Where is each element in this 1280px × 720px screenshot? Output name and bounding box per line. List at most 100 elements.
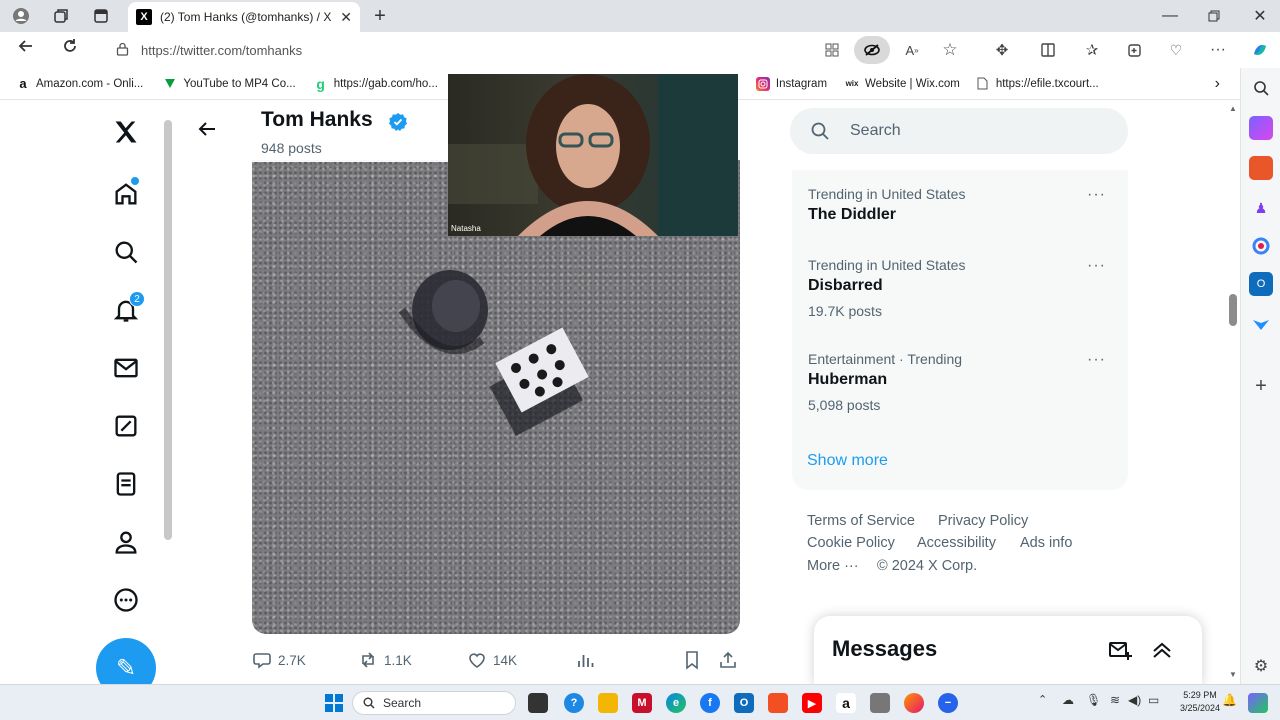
bookmark-efile[interactable]: https://efile.txcourt... [976,77,1099,91]
trend-more-icon[interactable]: ··· [1087,351,1106,369]
back-arrow-icon[interactable] [12,32,40,60]
tab-close-icon[interactable]: ✕ [340,9,352,26]
more-options-icon[interactable] [106,580,146,620]
browser-essentials-icon[interactable]: ♡ [1162,36,1190,64]
tracking-prevention-icon[interactable] [854,36,890,64]
tray-chevron-up-icon[interactable]: ⌃ [1038,693,1047,706]
favorite-star-icon[interactable]: ☆ [936,36,964,64]
views-button[interactable] [576,648,602,672]
read-aloud-icon[interactable]: A» [898,36,926,64]
share-button[interactable] [718,648,744,672]
show-more-link[interactable]: Show more [807,452,888,470]
sidebar-discover-icon[interactable] [1249,116,1273,140]
page-scrollbar-thumb[interactable] [1229,294,1237,326]
footer-more-link[interactable]: More ··· [807,558,859,574]
scroll-down-icon[interactable]: ▼ [1229,670,1237,679]
firefox-icon[interactable] [904,693,924,713]
footer-cookie-link[interactable]: Cookie Policy [807,535,895,551]
like-button[interactable]: 14K [467,648,517,672]
clock[interactable]: 5:29 PM 3/25/2024 [1172,689,1228,715]
bookmark-gab[interactable]: g https://gab.com/ho... [314,76,437,92]
bookmarks-overflow-chevron-icon[interactable]: › [1215,75,1220,93]
bookmark-amazon[interactable]: a Amazon.com - Onli... [16,76,143,91]
sidebar-search-icon[interactable] [1249,76,1273,100]
notification-bell-icon[interactable]: 🔔 [1222,693,1237,707]
outlook-icon[interactable]: O [734,693,754,713]
lists-icon[interactable] [106,464,146,504]
explore-search-icon[interactable] [106,232,146,272]
camera-icon[interactable] [870,693,890,713]
help-icon[interactable]: ? [564,693,584,713]
bookmark-button[interactable] [682,648,708,672]
collections-icon[interactable] [1120,36,1148,64]
edge-icon[interactable]: e [666,693,686,713]
tab-tom-hanks[interactable]: X (2) Tom Hanks (@tomhanks) / X ✕ [128,2,360,32]
split-screen-icon[interactable] [1034,36,1062,64]
trend-more-icon[interactable]: ··· [1087,186,1106,204]
back-arrow-icon[interactable] [196,118,220,142]
microphone-icon[interactable]: 🎙 [1086,693,1101,707]
extensions-icon[interactable]: ✥ [988,36,1016,64]
onedrive-cloud-icon[interactable]: ☁ [1062,693,1074,707]
trend-more-icon[interactable]: ··· [1087,257,1106,275]
messages-drawer[interactable]: Messages [814,616,1202,686]
battery-icon[interactable]: ▭ [1148,693,1159,707]
reply-button[interactable]: 2.7K [252,648,306,672]
profile-icon[interactable] [8,0,34,32]
volume-icon[interactable]: ◀) [1128,693,1141,707]
task-view-icon[interactable] [528,693,548,713]
bookmark-youtube-mp4[interactable]: YouTube to MP4 Co... [163,77,296,91]
sidebar-settings-gear-icon[interactable]: ⚙ [1249,654,1273,678]
window-close-icon[interactable]: ✕ [1248,0,1272,32]
zoom-icon[interactable]: − [938,693,958,713]
left-scrollbar-thumb[interactable] [164,120,172,540]
amazon-taskbar-icon[interactable]: a [836,693,856,713]
sidebar-tools-icon[interactable] [1249,156,1273,180]
bookmark-instagram[interactable]: Instagram [755,76,827,91]
search-box[interactable]: Search [790,108,1128,154]
scroll-up-icon[interactable]: ▲ [1229,104,1237,113]
new-message-icon[interactable] [1108,638,1132,667]
windows-start-icon[interactable] [324,693,344,713]
sidebar-office-icon[interactable] [1249,234,1273,258]
sidebar-outlook-icon[interactable]: O [1249,272,1273,296]
mcafee-icon[interactable]: M [632,693,652,713]
trend-item[interactable]: Trending in United States Disbarred 19.7… [808,257,1128,319]
youtube-icon[interactable]: ▶ [802,693,822,713]
wifi-icon[interactable]: ≋ [1110,693,1120,707]
grok-icon[interactable] [106,406,146,446]
bookmark-icon [686,651,698,670]
minimize-icon[interactable]: — [1158,0,1182,32]
bookmark-wix[interactable]: wix Website | Wix.com [845,77,960,91]
profile-person-icon[interactable] [106,522,146,562]
x-logo-icon[interactable] [106,112,146,152]
more-menu-icon[interactable]: ··· [1204,36,1232,64]
trend-item[interactable]: Entertainment · Trending Huberman 5,098 … [808,351,1128,413]
expand-chevron-up-icon[interactable] [1150,638,1174,667]
trend-item[interactable]: Trending in United States The Diddler ··… [808,186,1128,224]
file-explorer-icon[interactable] [598,693,618,713]
footer-ads-link[interactable]: Ads info [1020,535,1072,551]
sidebar-drop-icon[interactable] [1249,312,1273,336]
home-icon[interactable] [106,174,146,214]
workspaces-icon[interactable] [48,0,74,32]
store-icon[interactable] [768,693,788,713]
repost-button[interactable]: 1.1K [358,648,412,672]
new-tab-button[interactable]: + [368,0,392,32]
sidebar-add-icon[interactable]: + [1249,374,1273,398]
maximize-icon[interactable] [1202,0,1226,32]
facebook-icon[interactable]: f [700,693,720,713]
taskbar-search-box[interactable]: Search [352,691,516,715]
page-scrollbar[interactable]: ▲ ▼ [1228,104,1238,684]
copilot-taskbar-icon[interactable] [1248,693,1268,713]
refresh-icon[interactable] [56,32,84,60]
footer-terms-link[interactable]: Terms of Service [807,513,915,529]
tab-actions-icon[interactable] [88,0,114,32]
apps-icon[interactable] [818,36,846,64]
copilot-icon[interactable] [1246,36,1274,64]
footer-accessibility-link[interactable]: Accessibility [917,535,996,551]
messages-mail-icon[interactable] [106,348,146,388]
footer-privacy-link[interactable]: Privacy Policy [938,513,1028,529]
sidebar-games-icon[interactable]: ♟ [1249,196,1273,220]
favorites-icon[interactable]: ✰ [1078,36,1106,64]
